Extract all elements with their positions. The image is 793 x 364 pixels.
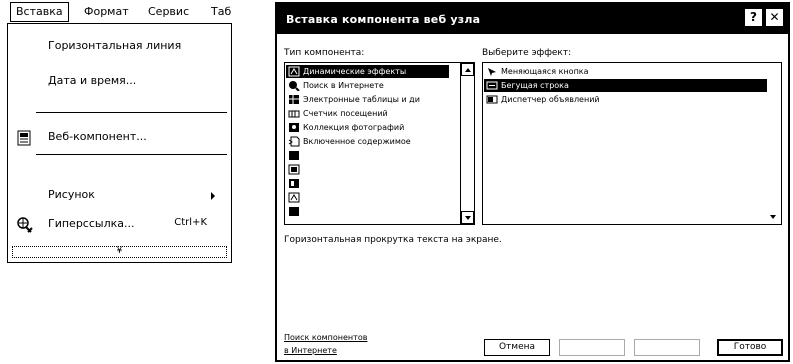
dynamic-effects-icon [288,66,300,77]
scroll-down-button[interactable] [767,211,780,224]
back-button[interactable] [559,339,625,356]
hover-button-icon [486,66,498,77]
list-item[interactable]: Диспетчер объявлений [484,93,768,106]
insert-web-component-dialog: Вставка компонента веб узла ? ✕ Тип комп… [275,2,790,362]
cancel-button[interactable]: Отмена [484,339,550,356]
menu-format[interactable]: Формат [84,5,129,19]
scroll-down-button[interactable] [461,211,474,224]
search-components-link[interactable]: Поиск компонентов в Интернете [284,331,367,357]
list-item-label: Поиск в Интернете [303,81,384,90]
hit-counter-icon [288,108,300,119]
spreadsheet-icon [288,94,300,105]
ad-manager-icon [486,94,498,105]
hyperlink-icon [16,216,34,234]
help-button[interactable]: ? [745,9,762,26]
component-type-list[interactable]: Динамические эффекты Поиск в Интернете Э… [284,62,475,225]
type-list-scrollbar[interactable] [460,63,474,224]
list-icon [288,164,300,175]
list-item[interactable] [286,149,449,162]
list-item[interactable]: Счетчик посещений [286,107,449,120]
list-item[interactable] [286,205,449,218]
list-icon [288,192,300,203]
menu-table[interactable]: Таб [211,5,231,19]
list-item[interactable]: Меняющаяся кнопка [484,65,768,78]
list-item[interactable]: Динамические эффекты [286,65,449,78]
list-item[interactable] [286,163,449,176]
menu-item-hyperlink[interactable]: Гиперссылка... Ctrl+K [8,214,231,236]
dialog-titlebar[interactable]: Вставка компонента веб узла ? ✕ [277,4,788,34]
list-item[interactable]: Бегущая строка [484,79,768,92]
list-item[interactable]: Поиск в Интернете [286,79,449,92]
menu-item-label: Веб-компонент... [48,130,147,143]
arrow-down-icon [770,215,776,219]
list-item-label: Включенное содержимое [303,137,411,146]
scroll-up-button[interactable] [461,63,474,76]
next-button[interactable] [634,339,700,356]
arrow-up-icon [465,68,471,72]
menu-separator [36,112,227,113]
menu-bar: Вставка Формат Сервис Таб [0,0,255,24]
link-line-1: Поиск компонентов [284,333,368,342]
dialog-title: Вставка компонента веб узла [286,13,481,26]
insert-menu-dropdown: Горизонтальная линия Дата и время... Веб… [7,23,232,263]
link-line-2: в Интернете [284,346,337,355]
menu-insert[interactable]: Вставка [10,2,69,22]
menu-item-date-time[interactable]: Дата и время... [8,71,231,93]
shortcut-label: Ctrl+K [174,217,207,228]
component-type-label: Тип компонента: [284,48,365,58]
menu-item-web-component[interactable]: Веб-компонент... [8,127,231,149]
menu-item-horizontal-line[interactable]: Горизонтальная линия [8,36,231,58]
expand-menu-chevron[interactable]: ¥ [12,246,227,258]
marquee-icon [486,80,498,91]
list-item-label: Меняющаяся кнопка [501,67,589,76]
effect-list-scrollbar[interactable] [767,63,781,224]
photo-gallery-icon [288,122,300,133]
list-item[interactable] [286,177,449,190]
list-icon [288,178,300,189]
menu-service[interactable]: Сервис [148,5,189,19]
menu-item-picture[interactable]: Рисунок [8,185,231,207]
list-item[interactable]: Включенное содержимое [286,135,449,148]
list-item[interactable] [286,191,449,204]
menu-separator [36,154,227,155]
list-icon [288,150,300,161]
submenu-arrow-icon [211,192,215,200]
effect-list[interactable]: Меняющаяся кнопка Бегущая строка Диспетч… [482,62,782,225]
web-component-icon [16,129,34,147]
menu-item-label: Горизонтальная линия [48,39,182,52]
list-item[interactable]: Коллекция фотографий [286,121,449,134]
close-button[interactable]: ✕ [766,9,783,26]
list-icon [288,206,300,217]
finish-button[interactable]: Готово [717,339,783,356]
search-icon [288,80,300,92]
included-content-icon [288,136,300,147]
list-item-label: Динамические эффекты [303,67,407,76]
menu-item-label: Рисунок [48,188,95,201]
list-item[interactable]: Электронные таблицы и ди [286,93,449,106]
list-item-label: Счетчик посещений [303,109,388,118]
effect-description: Горизонтальная прокрутка текста на экран… [284,235,502,245]
list-item-label: Электронные таблицы и ди [303,95,420,104]
arrow-down-icon [465,216,471,220]
menu-item-label: Дата и время... [48,74,137,87]
list-item-label: Коллекция фотографий [303,123,405,132]
effect-label: Выберите эффект: [482,48,572,58]
list-item-label: Бегущая строка [501,81,569,90]
menu-item-label: Гиперссылка... [48,217,135,230]
list-item-label: Диспетчер объявлений [501,95,600,104]
